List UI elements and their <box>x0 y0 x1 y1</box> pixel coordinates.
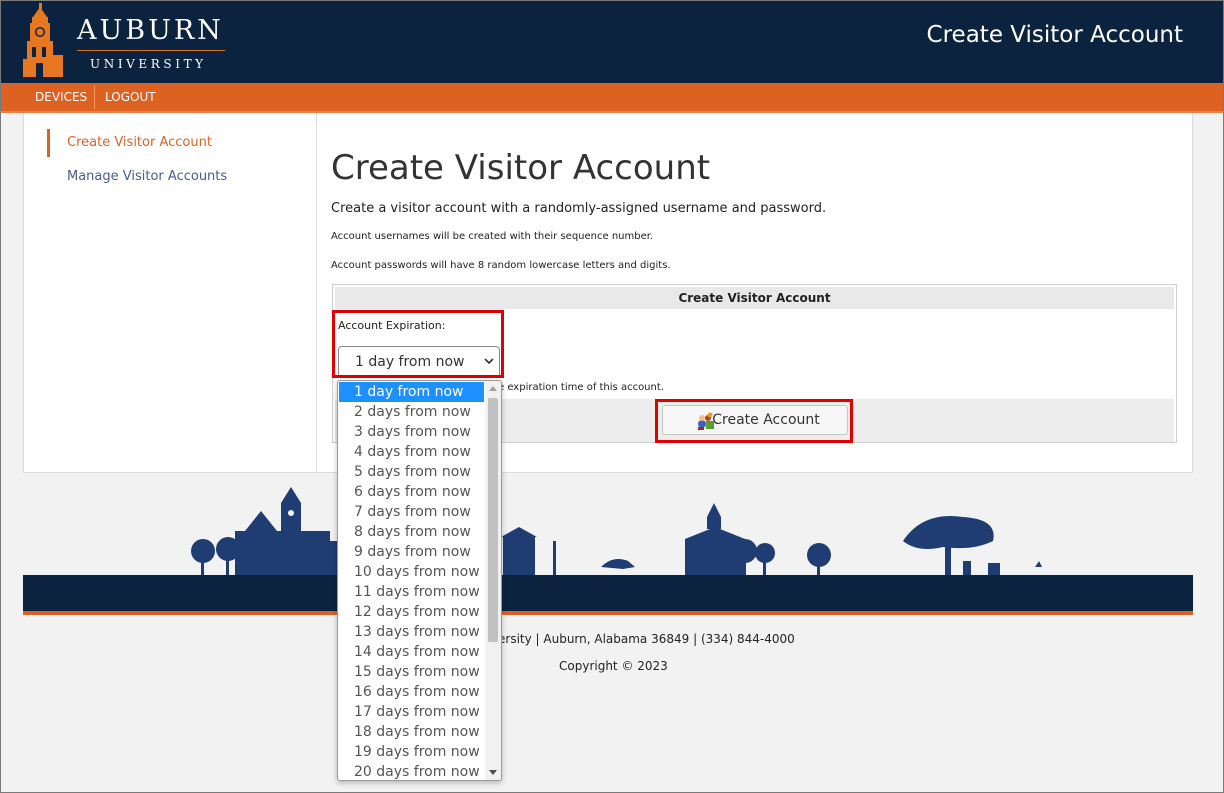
dropdown-option[interactable]: 16 days from now <box>339 682 484 702</box>
dropdown-option[interactable]: 18 days from now <box>339 722 484 742</box>
top-nav: DEVICES LOGOUT <box>1 83 1223 113</box>
logo-wordmark-university: UNIVERSITY <box>90 57 207 71</box>
password-note: Account passwords will have 8 random low… <box>331 260 671 271</box>
logo-wordmark-auburn: AUBURN <box>77 15 224 46</box>
username-note: Account usernames will be created with t… <box>331 231 654 242</box>
dropdown-option[interactable]: 17 days from now <box>339 702 484 722</box>
form-header: Create Visitor Account <box>335 287 1174 309</box>
scrollbar-thumb[interactable] <box>488 398 498 642</box>
sidebar-item-create-visitor-account[interactable]: Create Visitor Account <box>67 135 212 150</box>
dropdown-option[interactable]: 5 days from now <box>339 462 484 482</box>
page-title: Create Visitor Account <box>331 148 711 188</box>
dropdown-option[interactable]: 19 days from now <box>339 742 484 762</box>
dropdown-scrollbar[interactable] <box>485 381 501 780</box>
dropdown-option[interactable]: 11 days from now <box>339 582 484 602</box>
dropdown-option[interactable]: 4 days from now <box>339 442 484 462</box>
campus-skyline-illustration <box>191 487 1042 577</box>
dropdown-option[interactable]: 14 days from now <box>339 642 484 662</box>
sidebar-item-manage-visitor-accounts[interactable]: Manage Visitor Accounts <box>67 169 227 184</box>
nav-logout-link[interactable]: LOGOUT <box>95 83 166 111</box>
nav-devices-link[interactable]: DEVICES <box>25 83 97 111</box>
footer-address: ersity | Auburn, Alabama 36849 | (334) 8… <box>498 632 795 646</box>
create-button-highlight-box <box>655 399 853 443</box>
logo-divider <box>77 50 225 51</box>
dropdown-option[interactable]: 9 days from now <box>339 542 484 562</box>
scroll-up-arrow-icon[interactable] <box>489 385 497 391</box>
footer-copyright: Copyright © 2023 <box>559 659 668 673</box>
page-description: Create a visitor account with a randomly… <box>331 201 827 216</box>
dropdown-option[interactable]: 10 days from now <box>339 562 484 582</box>
scroll-down-arrow-icon[interactable] <box>489 770 497 776</box>
footer-accent-line <box>23 611 1193 615</box>
header-page-title: Create Visitor Account <box>926 22 1183 48</box>
dropdown-option[interactable]: 20 days from now <box>339 762 484 780</box>
expiration-highlight-box <box>332 310 504 378</box>
dropdown-option[interactable]: 2 days from now <box>339 402 484 422</box>
site-header: AUBURN UNIVERSITY Create Visitor Account <box>1 1 1223 83</box>
dropdown-option[interactable]: 6 days from now <box>339 482 484 502</box>
dropdown-option[interactable]: 7 days from now <box>339 502 484 522</box>
dropdown-option[interactable]: 8 days from now <box>339 522 484 542</box>
footer-band <box>23 575 1193 611</box>
sidebar-active-indicator <box>47 129 50 157</box>
dropdown-option[interactable]: 13 days from now <box>339 622 484 642</box>
dropdown-option[interactable]: 12 days from now <box>339 602 484 622</box>
content-card: Create Visitor Account Manage Visitor Ac… <box>23 113 1193 473</box>
dropdown-option[interactable]: 15 days from now <box>339 662 484 682</box>
expiration-dropdown-list[interactable]: 1 day from now 2 days from now 3 days from… <box>337 380 502 781</box>
dropdown-option[interactable]: 1 day from now <box>339 382 484 402</box>
dropdown-option[interactable]: 3 days from now <box>339 422 484 442</box>
sidebar-divider <box>316 113 317 472</box>
auburn-tower-logo-icon <box>23 3 63 77</box>
